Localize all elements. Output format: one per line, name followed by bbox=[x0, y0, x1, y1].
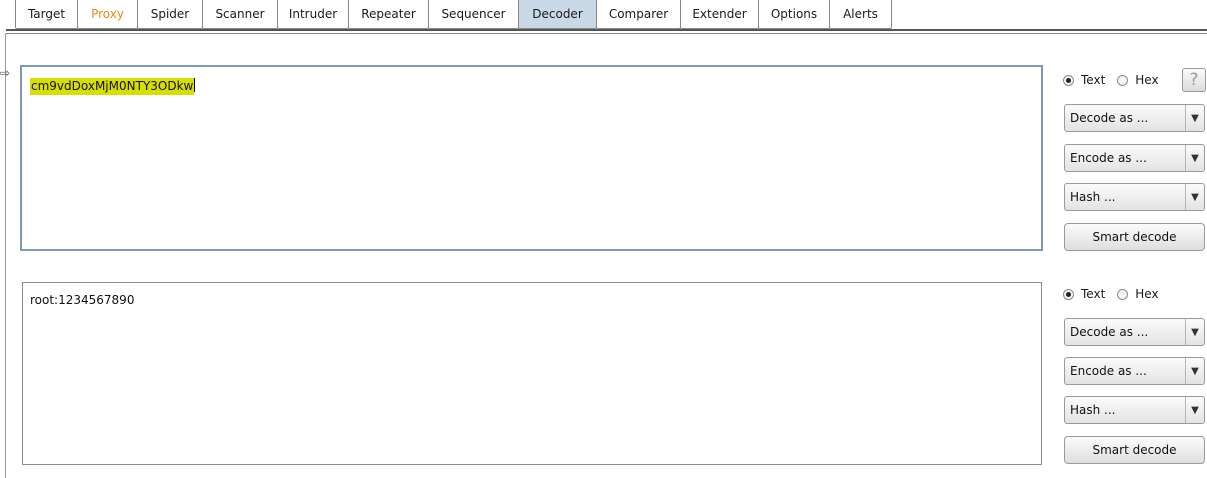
output-text: root:1234567890 bbox=[30, 293, 135, 307]
pane2-encode-as-dropdown[interactable]: Encode as ... ▼ bbox=[1064, 357, 1205, 385]
tab-decoder[interactable]: Decoder bbox=[518, 0, 597, 29]
pane1-encode-as-dropdown[interactable]: Encode as ... ▼ bbox=[1064, 144, 1205, 172]
tab-divider-secondary bbox=[6, 33, 1207, 34]
pane1-hash-label: Hash ... bbox=[1070, 190, 1116, 204]
input-text: cm9vdDoxMjM0NTY3ODkw bbox=[30, 78, 195, 95]
radio-selected-icon bbox=[1066, 77, 1071, 83]
pane2-hex-radio[interactable] bbox=[1117, 288, 1129, 300]
pane2-hash-label: Hash ... bbox=[1070, 403, 1116, 417]
pane2-decode-as-dropdown[interactable]: Decode as ... ▼ bbox=[1064, 318, 1205, 346]
pane1-hash-dropdown[interactable]: Hash ... ▼ bbox=[1064, 183, 1205, 211]
pane2-smart-decode-button[interactable]: Smart decode bbox=[1064, 436, 1205, 464]
pane1-decode-as-dropdown[interactable]: Decode as ... ▼ bbox=[1064, 104, 1205, 132]
pane2-decode-label: Decode as ... bbox=[1070, 325, 1149, 339]
tab-bar: Target Proxy Spider Scanner Intruder Rep… bbox=[0, 0, 1207, 31]
tab-comparer[interactable]: Comparer bbox=[596, 0, 681, 29]
tab-sequencer[interactable]: Sequencer bbox=[428, 0, 519, 29]
pane1-hex-radio[interactable] bbox=[1117, 74, 1129, 86]
input-text-wrapper: cm9vdDoxMjM0NTY3ODkw bbox=[30, 78, 196, 95]
chevron-down-icon: ▼ bbox=[1185, 358, 1204, 384]
pane2-hash-dropdown[interactable]: Hash ... ▼ bbox=[1064, 396, 1205, 424]
chevron-down-icon: ▼ bbox=[1185, 397, 1204, 423]
chevron-down-icon: ▼ bbox=[1185, 319, 1204, 345]
tab-extender[interactable]: Extender bbox=[680, 0, 759, 29]
pane2-encode-label: Encode as ... bbox=[1070, 364, 1147, 378]
tab-scanner[interactable]: Scanner bbox=[202, 0, 278, 29]
chevron-down-icon: ▼ bbox=[1185, 184, 1204, 210]
decoder-input-pane[interactable]: cm9vdDoxMjM0NTY3ODkw bbox=[20, 65, 1043, 251]
tab-target[interactable]: Target bbox=[15, 0, 78, 29]
tab-options[interactable]: Options bbox=[758, 0, 830, 29]
pane2-text-radio[interactable] bbox=[1063, 288, 1074, 300]
pane2-text-label: Text bbox=[1081, 287, 1106, 301]
pane2-format-radios: Text Hex bbox=[1063, 285, 1171, 303]
pane1-decode-label: Decode as ... bbox=[1070, 111, 1149, 125]
chevron-down-icon: ▼ bbox=[1185, 145, 1204, 171]
tab-repeater[interactable]: Repeater bbox=[348, 0, 429, 29]
chevron-down-icon: ▼ bbox=[1185, 105, 1204, 131]
pane2-hex-label: Hex bbox=[1135, 287, 1159, 301]
radio-selected-icon bbox=[1066, 291, 1071, 297]
tab-proxy[interactable]: Proxy bbox=[77, 0, 138, 29]
arrow-right-icon: ⇨ bbox=[0, 66, 11, 80]
tab-divider bbox=[6, 29, 1207, 31]
tab-intruder[interactable]: Intruder bbox=[277, 0, 349, 29]
pane1-text-label: Text bbox=[1081, 73, 1106, 87]
tab-alerts[interactable]: Alerts bbox=[829, 0, 892, 29]
help-icon[interactable]: ? bbox=[1182, 68, 1206, 92]
pane1-format-radios: Text Hex bbox=[1063, 71, 1171, 89]
pane1-hex-label: Hex bbox=[1135, 73, 1159, 87]
pane1-smart-decode-button[interactable]: Smart decode bbox=[1064, 223, 1205, 251]
decoder-output-pane[interactable]: root:1234567890 bbox=[22, 282, 1042, 465]
left-border bbox=[5, 33, 6, 478]
pane1-text-radio[interactable] bbox=[1063, 74, 1074, 86]
pane1-encode-label: Encode as ... bbox=[1070, 151, 1147, 165]
tab-spider[interactable]: Spider bbox=[137, 0, 203, 29]
text-caret bbox=[194, 78, 196, 92]
